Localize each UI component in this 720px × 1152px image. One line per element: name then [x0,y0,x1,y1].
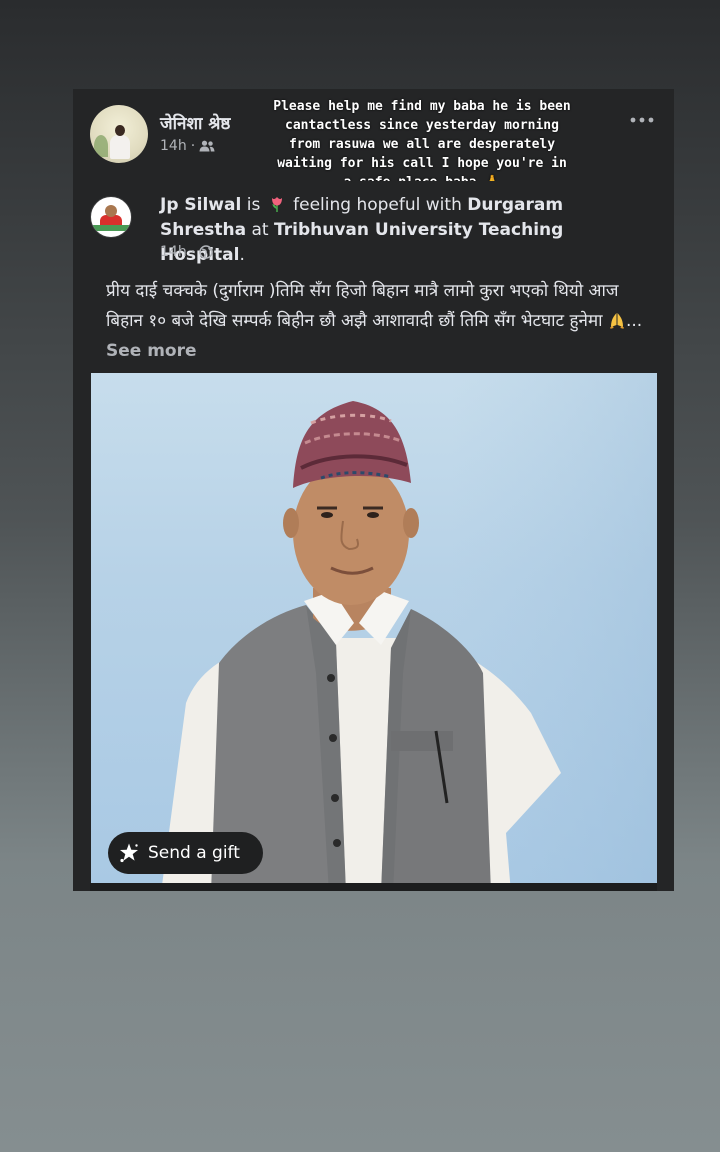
post-meta: 14h · [160,244,213,260]
post-body: प्रीय दाई चक्चके (दुर्गाराम )तिमि सँग हि… [106,281,619,331]
tulip-icon [271,197,282,212]
post-author-avatar[interactable] [90,196,132,238]
gift-star-icon [120,843,138,863]
story-header: जेनिशा श्रेष्ठ 14h · Please help me find… [73,89,674,190]
post-author-line: Jp Silwal is feeling hopeful with Durgar… [160,195,564,265]
more-icon[interactable] [629,116,655,124]
avatar[interactable] [90,105,148,163]
card-bottom-bar [90,883,657,891]
globe-icon [199,245,213,259]
send-gift-button[interactable]: Send a gift [108,832,263,874]
photo-person-illustration [162,373,657,883]
story-time: 14h [160,138,187,154]
post-photo[interactable] [91,373,657,883]
story-author-name[interactable]: जेनिशा श्रेष्ठ [160,111,230,134]
friends-icon [199,140,215,152]
post-author-name[interactable]: Jp Silwal [160,195,241,215]
see-more-link[interactable]: See more [106,341,197,361]
post-body-text: प्रीय दाई चक्चके (दुर्गाराम )तिमि सँग हि… [106,281,643,361]
story-meta: 14h · [160,138,215,154]
story-card: जेनिशा श्रेष्ठ 14h · Please help me find… [73,89,674,891]
post-time: 14h [160,244,187,260]
story-overlay-text: Please help me find my baba he is been c… [273,99,571,190]
send-gift-label: Send a gift [148,843,240,863]
pray-icon [609,313,624,329]
